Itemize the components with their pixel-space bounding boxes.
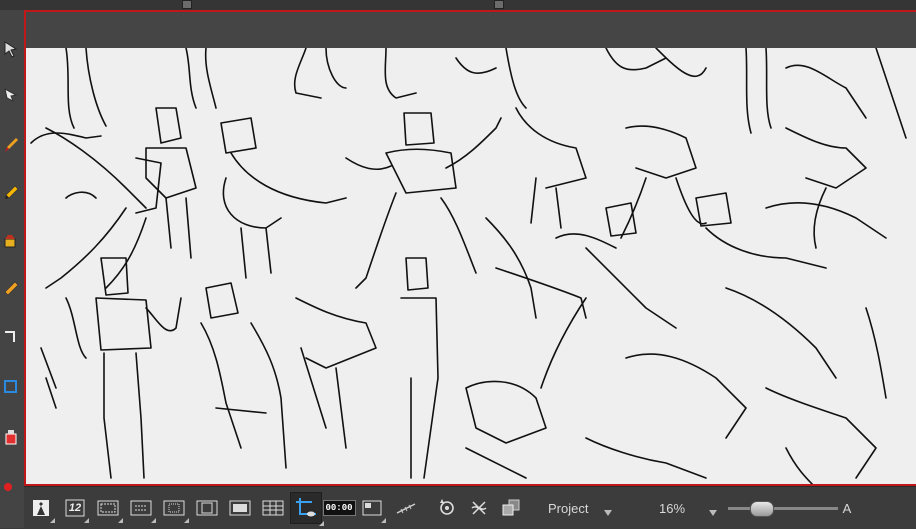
filled-rectangle-icon: [229, 500, 251, 516]
camera-frame-icon: [296, 498, 316, 517]
stroke-tool-button[interactable]: [0, 374, 22, 400]
preview-frame-button[interactable]: [361, 496, 386, 523]
camera-view[interactable]: [24, 10, 916, 486]
field-guide-button[interactable]: [162, 496, 189, 523]
stroke-icon: [4, 380, 17, 393]
dropdown-corner: [50, 518, 55, 523]
slider-track: [728, 507, 838, 510]
grid-button[interactable]: [129, 496, 156, 523]
table-view-button[interactable]: [261, 496, 285, 520]
grid-outline-icon: [130, 500, 152, 516]
contour-editor-icon: [4, 88, 18, 103]
character-thumbnail-icon: [33, 500, 49, 516]
film-strip-icon: [196, 500, 218, 516]
onion-skin-button[interactable]: 12: [64, 496, 89, 523]
frame-label: 12: [68, 502, 82, 514]
field-guide-icon: [163, 500, 185, 516]
reset-view-button[interactable]: [436, 496, 458, 520]
preview-window-icon: [362, 500, 382, 516]
chevron-down-icon: [604, 510, 612, 516]
view-mode-label: Project: [548, 500, 589, 516]
rectangle-tool-button[interactable]: [0, 324, 22, 350]
dropdown-corner: [118, 518, 123, 523]
render-preview-button[interactable]: [500, 496, 522, 520]
slider-end-label-box: A: [840, 496, 854, 520]
layers-copy-icon: [502, 499, 520, 516]
paint-bucket-button[interactable]: [0, 228, 22, 254]
rectangle-tool-icon: [5, 331, 15, 342]
reset-rotate-icon: [440, 499, 454, 515]
ink-pot-icon: [5, 430, 17, 445]
drawing-canvas[interactable]: [26, 48, 916, 484]
view-mode-dropdown[interactable]: Project: [548, 496, 618, 520]
splitter-handle-left[interactable]: [182, 0, 192, 9]
tools-toolbar: [0, 10, 25, 528]
pencil-tool-button[interactable]: [0, 180, 22, 206]
opacity-slider[interactable]: [728, 496, 838, 520]
safe-area-button[interactable]: [96, 496, 123, 523]
pan-arrows-icon: [471, 501, 487, 515]
cutter-icon: [4, 281, 19, 296]
splitter-handle-right[interactable]: [494, 0, 504, 9]
stitch-line-icon: [396, 503, 416, 514]
select-arrow-icon: [4, 41, 18, 58]
dropdown-corner: [151, 518, 156, 523]
timecode-display: 00:00: [322, 500, 356, 516]
background-button[interactable]: [228, 496, 252, 520]
top-strip: [0, 0, 916, 10]
zoom-level: 16%: [659, 500, 686, 516]
zoom-dropdown[interactable]: 16%: [649, 496, 719, 520]
brush-tool-button[interactable]: [0, 132, 22, 158]
color-dot-icon: [4, 483, 12, 491]
scribble-button[interactable]: [394, 496, 418, 520]
dropdown-corner: [381, 518, 386, 523]
safe-area-icon: [97, 500, 119, 516]
contour-editor-button[interactable]: [0, 82, 22, 108]
film-strip-button[interactable]: [195, 496, 219, 520]
slider-thumb[interactable]: [750, 501, 774, 517]
camera-view-toolbar: 12 00:00 Project 16% A: [24, 486, 916, 529]
table-grid-icon: [262, 500, 284, 516]
ink-pot-button[interactable]: [0, 424, 22, 450]
gesture-sketches: [30, 48, 907, 484]
dropdown-corner: [84, 518, 89, 523]
chevron-down-icon: [709, 510, 717, 516]
timecode-button[interactable]: 00:00: [322, 496, 356, 520]
reset-pan-button[interactable]: [468, 496, 490, 520]
slider-end-label: A: [842, 500, 852, 516]
dropdown-corner: [319, 521, 324, 526]
color-dot-button[interactable]: [0, 474, 22, 500]
brush-icon: [5, 138, 18, 152]
select-tool-button[interactable]: [0, 36, 22, 62]
cutter-tool-button[interactable]: [0, 276, 22, 302]
pencil-icon: [5, 185, 19, 199]
top-view-button[interactable]: [30, 496, 55, 523]
paint-bucket-icon: [4, 235, 16, 248]
camera-mask-button[interactable]: [290, 492, 324, 526]
dropdown-corner: [184, 518, 189, 523]
